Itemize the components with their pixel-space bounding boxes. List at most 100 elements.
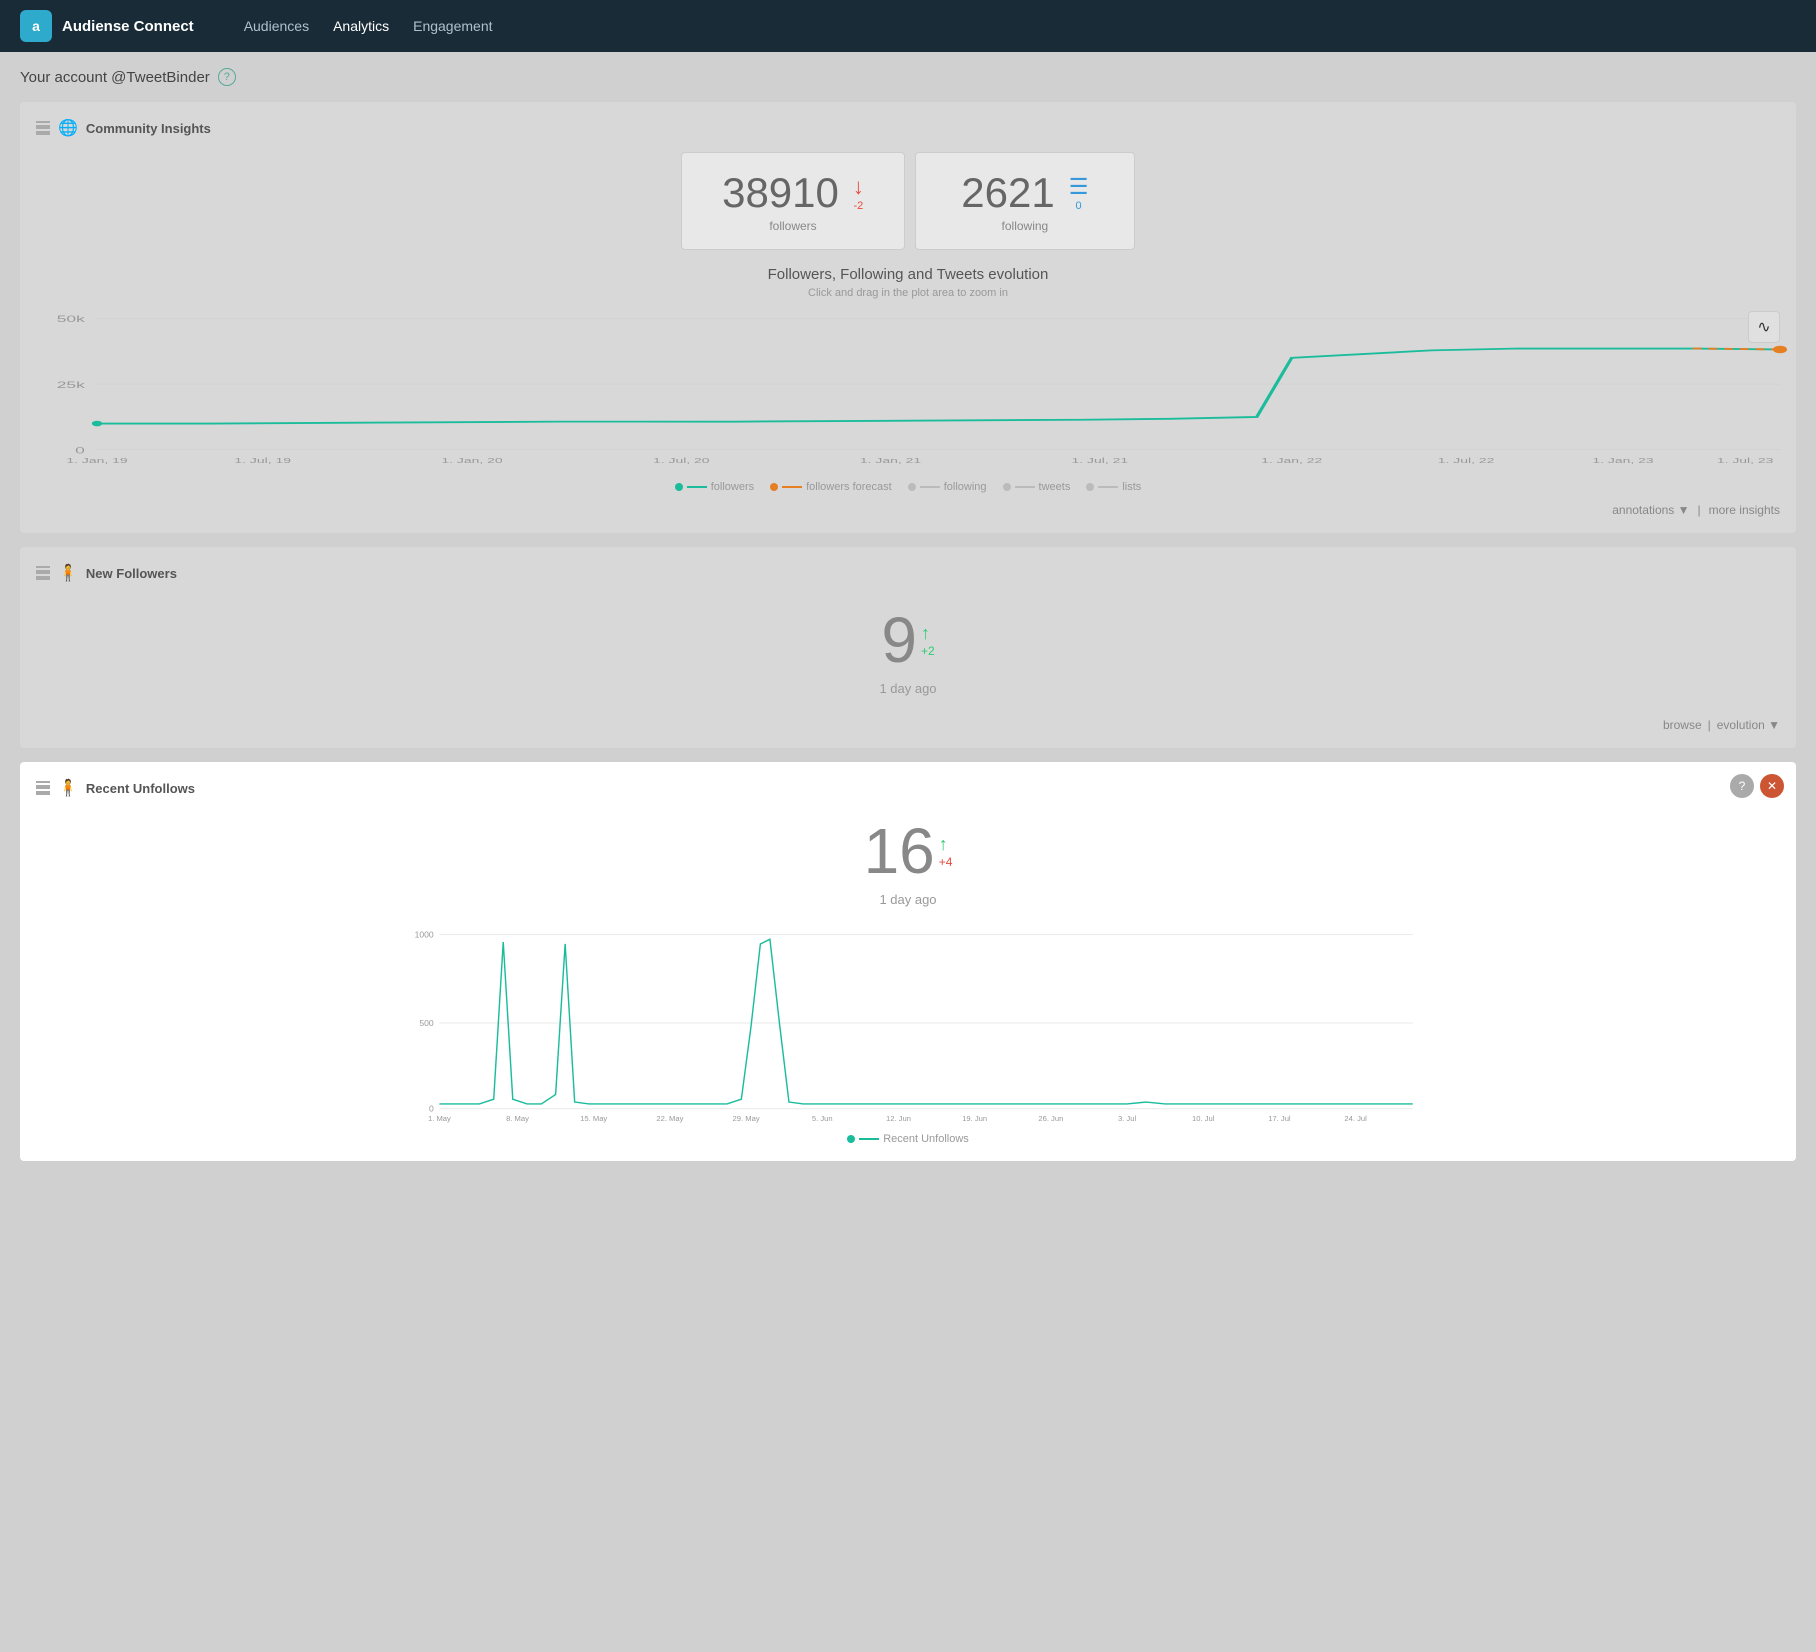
legend-tweets[interactable]: tweets <box>1003 481 1071 493</box>
svg-text:1. Jan, 19: 1. Jan, 19 <box>66 457 127 465</box>
nav-audiences[interactable]: Audiences <box>244 18 309 34</box>
browse-link[interactable]: browse <box>1663 718 1702 732</box>
help-icon[interactable]: ? <box>218 68 236 86</box>
new-followers-change: ↑ +2 <box>921 623 935 658</box>
followers-number: 38910 <box>722 169 839 217</box>
drag-handle-icon <box>36 121 50 135</box>
chart-title: Followers, Following and Tweets evolutio… <box>36 266 1780 283</box>
svg-text:1. Jan, 23: 1. Jan, 23 <box>1592 457 1653 465</box>
new-followers-time: 1 day ago <box>36 681 1780 696</box>
chart-zoom-button[interactable]: ∿ <box>1748 311 1780 343</box>
svg-text:0: 0 <box>75 445 85 456</box>
new-followers-change-value: +2 <box>921 644 935 658</box>
svg-text:10. Jul: 10. Jul <box>1192 1114 1215 1123</box>
svg-text:0: 0 <box>429 1104 434 1114</box>
legend-followers-label: followers <box>711 481 754 493</box>
evolution-link[interactable]: evolution ▼ <box>1717 718 1780 732</box>
person-minus-icon: 🧍 <box>58 778 78 798</box>
unfollows-change-value: +4 <box>939 855 953 869</box>
svg-text:500: 500 <box>419 1018 434 1028</box>
person-add-icon: 🧍 <box>58 563 78 583</box>
following-label: following <box>956 219 1094 233</box>
unfollows-time: 1 day ago <box>36 892 1780 907</box>
annotations-link[interactable]: annotations ▼ <box>1612 503 1689 517</box>
community-insights-panel: 🌐 Community Insights 38910 ↓ -2 follower… <box>20 102 1796 533</box>
nav-analytics[interactable]: Analytics <box>333 18 389 34</box>
legend-followers-line <box>687 486 707 488</box>
drag-handle-icon-2 <box>36 566 50 580</box>
svg-text:24. Jul: 24. Jul <box>1344 1114 1367 1123</box>
account-header: Your account @TweetBinder ? <box>20 68 1796 86</box>
unfollows-chart-legend: Recent Unfollows <box>36 1133 1780 1145</box>
legend-following[interactable]: following <box>908 481 987 493</box>
svg-text:1. Jul, 22: 1. Jul, 22 <box>1438 457 1495 465</box>
followers-label: followers <box>722 219 864 233</box>
nav-links: Audiences Analytics Engagement <box>244 18 493 34</box>
legend-following-line <box>920 486 940 488</box>
legend-unfollows-dot <box>847 1135 855 1143</box>
help-circle-icon[interactable]: ? <box>1730 774 1754 798</box>
legend-tweets-dot <box>1003 483 1011 491</box>
unfollows-change: ↑ +4 <box>939 834 953 869</box>
legend-forecast[interactable]: followers forecast <box>770 481 892 493</box>
following-number: 2621 <box>961 169 1054 217</box>
svg-text:19. Jun: 19. Jun <box>962 1114 987 1123</box>
legend-followers[interactable]: followers <box>675 481 754 493</box>
svg-text:1. Jan, 21: 1. Jan, 21 <box>860 457 921 465</box>
navbar: a Audiense Connect Audiences Analytics E… <box>0 0 1816 52</box>
more-insights-link[interactable]: more insights <box>1709 503 1780 517</box>
followers-chart-container: ∿ 50k 25k 0 1. Jan, 19 1. Jul, 19 <box>36 311 1780 471</box>
brand-name: Audiense Connect <box>62 18 194 35</box>
nav-engagement[interactable]: Engagement <box>413 18 492 34</box>
followers-chart-svg: 50k 25k 0 1. Jan, 19 1. Jul, 19 1. Jan, … <box>36 311 1780 461</box>
page-content: Your account @TweetBinder ? 🌐 Community … <box>0 52 1816 1177</box>
legend-recent-unfollows[interactable]: Recent Unfollows <box>847 1133 969 1145</box>
legend-lists-line <box>1098 486 1118 488</box>
legend-tweets-line <box>1015 486 1035 488</box>
svg-text:25k: 25k <box>57 379 86 390</box>
legend-unfollows-line <box>859 1138 879 1140</box>
svg-text:1. Jan, 22: 1. Jan, 22 <box>1261 457 1322 465</box>
recent-unfollows-panel: 🧍 Recent Unfollows ? ✕ 16 ↑ +4 1 day ago… <box>20 762 1796 1161</box>
chart-subtitle: Click and drag in the plot area to zoom … <box>36 287 1780 299</box>
legend-following-dot <box>908 483 916 491</box>
svg-text:1. May: 1. May <box>428 1114 451 1123</box>
legend-following-label: following <box>944 481 987 493</box>
community-insights-title: Community Insights <box>86 121 211 136</box>
recent-unfollows-header: 🧍 Recent Unfollows <box>36 778 1780 798</box>
legend-lists-dot <box>1086 483 1094 491</box>
svg-text:1. Jul, 20: 1. Jul, 20 <box>653 457 710 465</box>
community-insights-header: 🌐 Community Insights <box>36 118 1780 138</box>
svg-text:29. May: 29. May <box>733 1114 760 1123</box>
svg-text:15. May: 15. May <box>580 1114 607 1123</box>
svg-text:3. Jul: 3. Jul <box>1118 1114 1136 1123</box>
svg-text:22. May: 22. May <box>656 1114 683 1123</box>
svg-text:1000: 1000 <box>415 929 434 939</box>
svg-text:12. Jun: 12. Jun <box>886 1114 911 1123</box>
svg-text:1. Jan, 20: 1. Jan, 20 <box>441 457 502 465</box>
globe-icon: 🌐 <box>58 118 78 138</box>
close-icon[interactable]: ✕ <box>1760 774 1784 798</box>
stats-row: 38910 ↓ -2 followers 2621 ☰ 0 following <box>36 152 1780 250</box>
svg-text:50k: 50k <box>57 314 86 325</box>
legend-unfollows-label: Recent Unfollows <box>883 1133 969 1145</box>
following-badge: ☰ 0 <box>1069 174 1089 212</box>
action-icons: ? ✕ <box>1730 774 1784 798</box>
svg-text:1. Jul, 23: 1. Jul, 23 <box>1717 457 1774 465</box>
following-stat-card: 2621 ☰ 0 following <box>915 152 1135 250</box>
unfollows-chart-svg: 1000 500 0 1. May 8. May 15. May 22. May… <box>36 923 1780 1123</box>
brand: a Audiense Connect <box>20 10 194 42</box>
chart-footer: annotations ▼ | more insights <box>36 503 1780 517</box>
logo-icon: a <box>20 10 52 42</box>
legend-lists[interactable]: lists <box>1086 481 1141 493</box>
followers-change: -2 <box>854 200 864 212</box>
unfollows-arrow-icon: ↑ <box>939 834 948 855</box>
recent-unfollows-title: Recent Unfollows <box>86 781 195 796</box>
following-lines-icon: ☰ <box>1069 174 1089 200</box>
svg-text:8. May: 8. May <box>506 1114 529 1123</box>
unfollows-count-display: 16 ↑ +4 <box>36 814 1780 888</box>
legend-forecast-label: followers forecast <box>806 481 892 493</box>
followers-badge: ↓ -2 <box>853 174 864 212</box>
new-followers-title: New Followers <box>86 566 177 581</box>
new-followers-footer: browse | evolution ▼ <box>36 712 1780 732</box>
